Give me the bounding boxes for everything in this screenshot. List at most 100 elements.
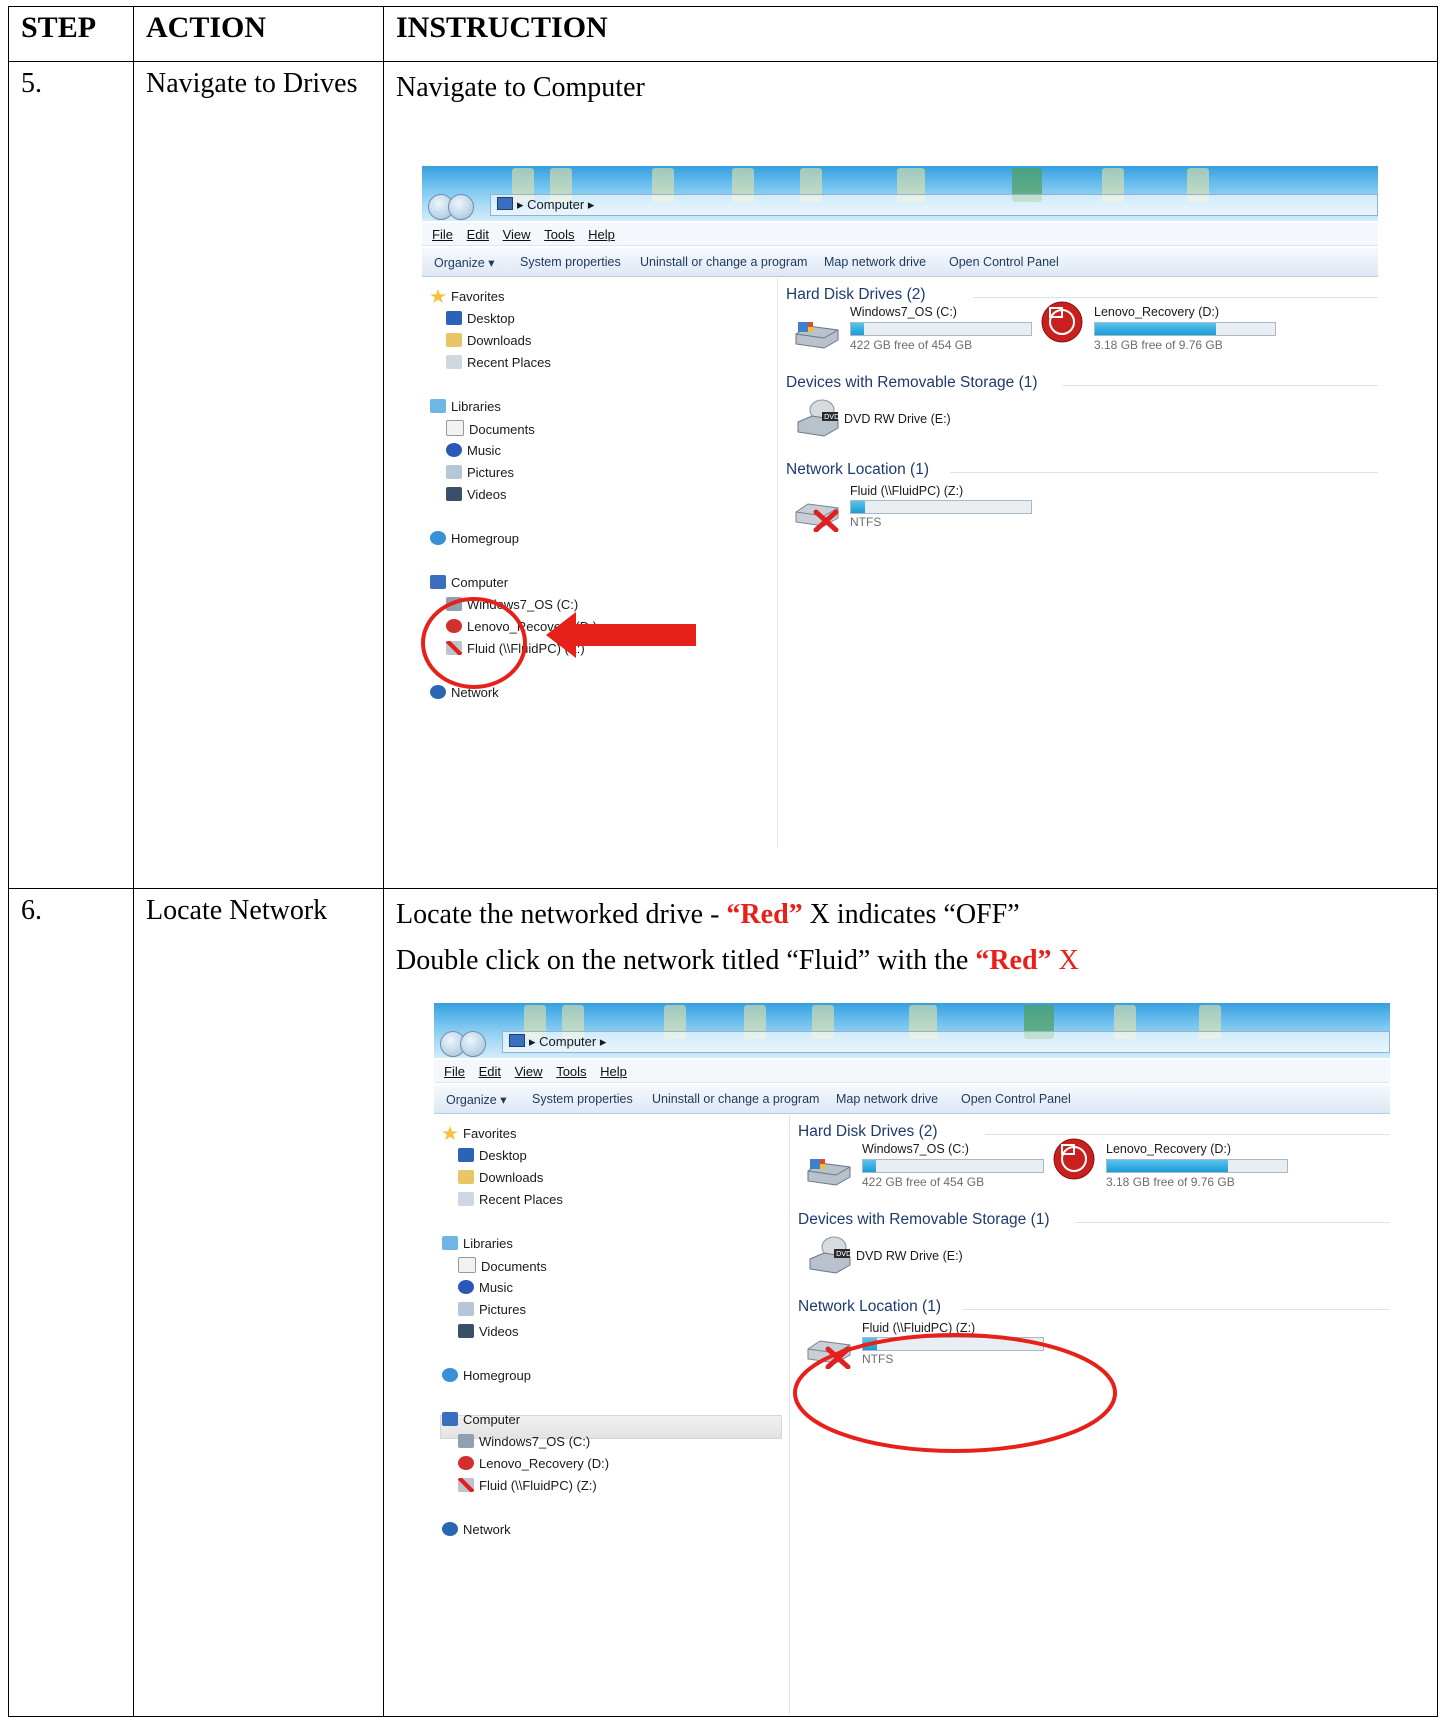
nav-computer[interactable]: Computer bbox=[430, 574, 508, 592]
nav-pictures[interactable]: Pictures bbox=[446, 464, 514, 482]
uninstall-program-button[interactable]: Uninstall or change a program bbox=[640, 255, 807, 269]
homegroup-icon bbox=[442, 1368, 458, 1382]
nav-drive-z[interactable]: Fluid (\\FluidPC) (Z:) bbox=[458, 1477, 597, 1495]
menu-view[interactable]: View bbox=[503, 227, 531, 242]
group-divider bbox=[1063, 385, 1378, 386]
drive-d-free: 3.18 GB free of 9.76 GB bbox=[1094, 338, 1223, 352]
forward-button[interactable] bbox=[460, 1031, 486, 1057]
nav-label: Pictures bbox=[467, 465, 514, 480]
nav-label: Desktop bbox=[479, 1148, 527, 1163]
nav-drive-d[interactable]: Lenovo_Recovery (D:) bbox=[446, 618, 597, 636]
nav-music[interactable]: Music bbox=[446, 442, 501, 460]
usage-fill bbox=[851, 323, 864, 335]
instruction-text: Locate the networked drive - bbox=[396, 899, 727, 930]
open-control-panel-button[interactable]: Open Control Panel bbox=[949, 255, 1059, 269]
system-properties-button[interactable]: System properties bbox=[532, 1092, 633, 1106]
group-removable-storage[interactable]: Devices with Removable Storage (1) bbox=[786, 374, 1038, 392]
nav-network[interactable]: Network bbox=[430, 684, 499, 702]
nav-documents[interactable]: Documents bbox=[458, 1257, 547, 1275]
menu-edit[interactable]: Edit bbox=[479, 1064, 501, 1079]
nav-favorites[interactable]: Favorites bbox=[430, 288, 504, 306]
nav-videos[interactable]: Videos bbox=[446, 486, 507, 504]
drive-z-usage-bar bbox=[862, 1337, 1044, 1351]
nav-drive-z[interactable]: Fluid (\\FluidPC) (Z:) bbox=[446, 640, 585, 658]
menu-view[interactable]: View bbox=[515, 1064, 543, 1079]
hard-drive-icon bbox=[795, 322, 839, 349]
nav-libraries[interactable]: Libraries bbox=[442, 1235, 513, 1253]
address-text: Computer bbox=[527, 197, 585, 212]
nav-drive-d[interactable]: Lenovo_Recovery (D:) bbox=[458, 1455, 609, 1473]
organize-button[interactable]: Organize ▾ bbox=[446, 1092, 506, 1107]
network-icon bbox=[442, 1522, 458, 1536]
map-network-drive-button[interactable]: Map network drive bbox=[824, 255, 926, 269]
group-removable-storage[interactable]: Devices with Removable Storage (1) bbox=[798, 1211, 1050, 1229]
nav-network[interactable]: Network bbox=[442, 1521, 511, 1539]
nav-music[interactable]: Music bbox=[458, 1279, 513, 1297]
map-network-drive-button[interactable]: Map network drive bbox=[836, 1092, 938, 1106]
documents-icon bbox=[458, 1257, 476, 1273]
group-hard-disk-drives[interactable]: Hard Disk Drives (2) bbox=[798, 1123, 938, 1141]
step-action: Locate Network bbox=[133, 888, 384, 1717]
nav-desktop[interactable]: Desktop bbox=[458, 1147, 527, 1165]
nav-label: Libraries bbox=[451, 399, 501, 414]
nav-drive-c[interactable]: Windows7_OS (C:) bbox=[446, 596, 578, 614]
group-divider bbox=[973, 297, 1378, 298]
step-action: Navigate to Drives bbox=[133, 61, 384, 889]
svg-text:DVD: DVD bbox=[824, 413, 839, 421]
system-properties-button[interactable]: System properties bbox=[520, 255, 621, 269]
nav-favorites[interactable]: Favorites bbox=[442, 1125, 516, 1143]
nav-libraries[interactable]: Libraries bbox=[430, 398, 501, 416]
instruction-line: Locate the networked drive - “Red” X ind… bbox=[396, 895, 1425, 935]
menu-tools[interactable]: Tools bbox=[556, 1064, 586, 1079]
nav-label: Homegroup bbox=[463, 1368, 531, 1383]
nav-drive-c[interactable]: Windows7_OS (C:) bbox=[458, 1433, 590, 1451]
nav-computer[interactable]: Computer bbox=[442, 1411, 520, 1429]
instruction-text: X indicates “OFF” bbox=[802, 899, 1020, 930]
menu-bar: File Edit View Tools Help bbox=[422, 223, 1378, 246]
group-hard-disk-drives[interactable]: Hard Disk Drives (2) bbox=[786, 286, 926, 304]
star-icon bbox=[442, 1126, 458, 1140]
drive-c-free: 422 GB free of 454 GB bbox=[850, 338, 973, 352]
nav-downloads[interactable]: Downloads bbox=[458, 1169, 543, 1187]
nav-homegroup[interactable]: Homegroup bbox=[430, 530, 519, 548]
nav-label: Windows7_OS (C:) bbox=[479, 1434, 591, 1449]
menu-tools[interactable]: Tools bbox=[544, 227, 574, 242]
nav-label: Fluid (\\FluidPC) (Z:) bbox=[467, 641, 585, 656]
address-bar[interactable]: ▸ Computer ▸ bbox=[502, 1031, 1390, 1053]
nav-recent-places[interactable]: Recent Places bbox=[446, 354, 551, 372]
nav-homegroup[interactable]: Homegroup bbox=[442, 1367, 531, 1385]
recovery-drive-icon bbox=[1053, 1138, 1095, 1180]
nav-recent-places[interactable]: Recent Places bbox=[458, 1191, 563, 1209]
nav-pictures[interactable]: Pictures bbox=[458, 1301, 526, 1319]
address-bar[interactable]: ▸ Computer ▸ bbox=[490, 194, 1378, 216]
nav-label: Homegroup bbox=[451, 531, 519, 546]
menu-edit[interactable]: Edit bbox=[467, 227, 489, 242]
nav-label: Music bbox=[467, 443, 501, 458]
open-control-panel-button[interactable]: Open Control Panel bbox=[961, 1092, 1071, 1106]
nav-downloads[interactable]: Downloads bbox=[446, 332, 531, 350]
group-network-location[interactable]: Network Location (1) bbox=[798, 1298, 941, 1316]
menu-help[interactable]: Help bbox=[588, 227, 615, 242]
pictures-icon bbox=[458, 1302, 474, 1316]
menu-file[interactable]: File bbox=[432, 227, 453, 242]
menu-file[interactable]: File bbox=[444, 1064, 465, 1079]
nav-label: Documents bbox=[481, 1259, 547, 1274]
command-bar: Organize ▾ System properties Uninstall o… bbox=[434, 1085, 1390, 1114]
disconnected-drive-icon bbox=[458, 1478, 474, 1492]
drive-c-name: Windows7_OS (C:) bbox=[850, 305, 957, 319]
nav-videos[interactable]: Videos bbox=[458, 1323, 519, 1341]
nav-desktop[interactable]: Desktop bbox=[446, 310, 515, 328]
nav-label: Videos bbox=[467, 487, 507, 502]
nav-label: Lenovo_Recovery (D:) bbox=[479, 1456, 610, 1471]
computer-icon bbox=[442, 1412, 458, 1426]
nav-label: Downloads bbox=[479, 1170, 544, 1185]
drive-c-name: Windows7_OS (C:) bbox=[862, 1142, 969, 1156]
group-network-location[interactable]: Network Location (1) bbox=[786, 461, 929, 479]
organize-button[interactable]: Organize ▾ bbox=[434, 255, 494, 270]
nav-documents[interactable]: Documents bbox=[446, 420, 535, 438]
forward-button[interactable] bbox=[448, 194, 474, 220]
group-divider bbox=[1075, 1222, 1390, 1223]
pictures-icon bbox=[446, 465, 462, 479]
uninstall-program-button[interactable]: Uninstall or change a program bbox=[652, 1092, 819, 1106]
menu-help[interactable]: Help bbox=[600, 1064, 627, 1079]
